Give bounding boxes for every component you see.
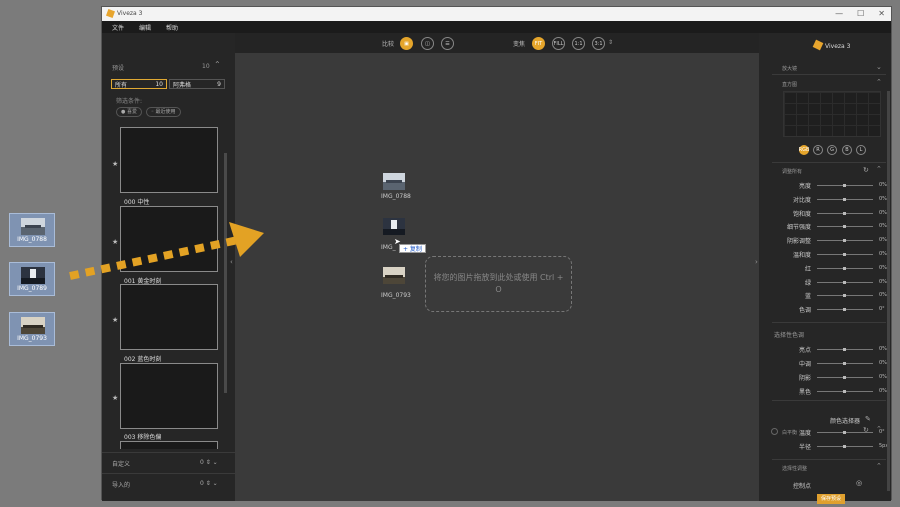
drag-arrow-icon xyxy=(69,222,264,280)
